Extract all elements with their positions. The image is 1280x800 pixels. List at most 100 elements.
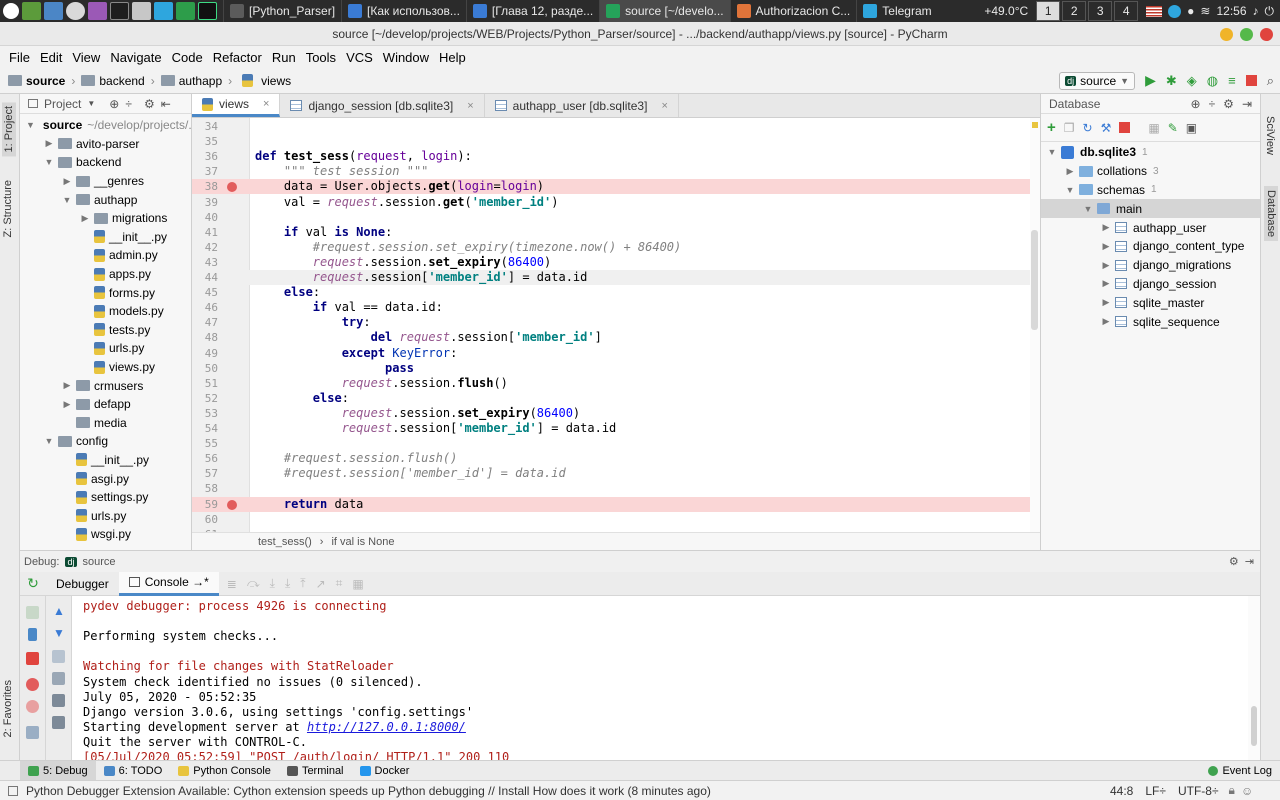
code-line[interactable]: 41 if val is None: <box>192 225 1040 240</box>
chevron-right-icon[interactable]: ▶ <box>1101 316 1111 327</box>
code-line[interactable]: 40 <box>192 210 1040 225</box>
breadcrumb-item[interactable]: authapp <box>160 74 222 88</box>
table-icon[interactable]: ▦ <box>352 577 363 591</box>
user-icon[interactable]: ● <box>1187 4 1194 18</box>
terminal-launcher-icon[interactable] <box>110 2 129 20</box>
server-url-link[interactable]: http://127.0.0.1:8000/ <box>307 720 466 734</box>
code-line[interactable]: 44 request.session['member_id'] = data.i… <box>192 270 1040 286</box>
rerun-icon[interactable]: ↻ <box>20 575 46 592</box>
chevron-right-icon[interactable]: ▶ <box>62 399 72 410</box>
step-over-icon[interactable]: ⤼ <box>247 576 260 591</box>
wifi-icon[interactable]: ≋ <box>1200 4 1210 18</box>
step-out-icon[interactable]: ⤒ <box>300 576 305 591</box>
editor-tab[interactable]: views × <box>192 94 281 117</box>
gear-icon[interactable]: ⚙ <box>1223 97 1234 111</box>
add-icon[interactable]: + <box>1047 119 1056 136</box>
taskbar-task[interactable]: source [~/develo... <box>599 0 730 22</box>
tool-docker-button[interactable]: Docker <box>352 761 418 781</box>
menu-refactor[interactable]: Refactor <box>208 50 267 65</box>
tree-file[interactable]: asgi.py <box>20 469 191 488</box>
menu-window[interactable]: Window <box>378 50 434 65</box>
favorites-tool-tab[interactable]: 2: Favorites <box>2 680 14 737</box>
refresh-icon[interactable]: ↻ <box>1083 121 1093 135</box>
tree-file[interactable]: __init__.py <box>20 228 191 247</box>
tree-folder[interactable]: ▶ migrations <box>20 209 191 228</box>
chevron-down-icon[interactable]: ▼ <box>26 120 35 130</box>
db-tree-table[interactable]: ▶ sqlite_master <box>1041 293 1260 312</box>
tree-file[interactable]: views.py <box>20 358 191 377</box>
breadcrumb-item[interactable]: source <box>8 74 65 88</box>
green-app-icon[interactable] <box>176 2 195 20</box>
db-tree-table[interactable]: ▶ sqlite_sequence <box>1041 312 1260 331</box>
close-tab-icon[interactable]: × <box>467 100 473 112</box>
print-icon[interactable] <box>52 694 65 707</box>
pause-icon[interactable] <box>28 628 37 641</box>
code-line[interactable]: 42 #request.session.set_expiry(timezone.… <box>192 240 1040 255</box>
code-line[interactable]: 56 #request.session.flush() <box>192 451 1040 466</box>
chevron-down-icon[interactable]: ▼ <box>62 195 72 205</box>
tree-folder[interactable]: ▶ defapp <box>20 395 191 414</box>
coverage-icon[interactable]: ◈ <box>1187 73 1197 89</box>
db-tree-table[interactable]: ▶ django_content_type <box>1041 237 1260 256</box>
close-tab-icon[interactable]: × <box>661 100 667 112</box>
editor-tab[interactable]: django_session [db.sqlite3] × <box>280 94 485 117</box>
tree-file[interactable]: forms.py <box>20 283 191 302</box>
maximize-button[interactable] <box>1240 28 1253 41</box>
evaluate-expression-icon[interactable]: ⌗ <box>336 576 343 591</box>
workspace-1[interactable]: 1 <box>1036 1 1061 21</box>
edit-source-icon[interactable]: ✎ <box>1168 121 1178 135</box>
tree-file[interactable]: wsgi.py <box>20 525 191 544</box>
music-icon[interactable]: ♪ <box>1253 4 1259 18</box>
search-everywhere-icon[interactable]: ⌕ <box>1267 73 1274 89</box>
breakpoint-icon[interactable] <box>227 499 237 510</box>
telegram-tray-icon[interactable] <box>1168 4 1182 18</box>
workspace-3[interactable]: 3 <box>1088 1 1113 21</box>
code-line[interactable]: 47 try: <box>192 315 1040 330</box>
taskbar-task[interactable]: [Как использов... <box>341 0 466 22</box>
status-square-icon[interactable] <box>8 785 18 796</box>
mute-breakpoints-icon[interactable] <box>26 700 39 713</box>
db-tree-schema[interactable]: ▼ main <box>1041 199 1260 219</box>
chevron-down-icon[interactable]: ▼ <box>1083 204 1093 214</box>
chevron-down-icon[interactable]: ▼ <box>1047 147 1057 157</box>
properties-icon[interactable]: ⚒ <box>1101 121 1112 135</box>
resume-icon[interactable] <box>26 606 39 619</box>
sciview-tool-tab[interactable]: SciView <box>1264 116 1276 155</box>
debug-tab-debugger[interactable]: Debugger <box>46 572 119 596</box>
locate-icon[interactable]: ⊕ <box>1191 97 1201 111</box>
code-line[interactable]: 60 <box>192 512 1040 527</box>
workspace-2[interactable]: 2 <box>1062 1 1087 21</box>
editor-scroll-thumb[interactable] <box>1031 230 1038 330</box>
tree-folder[interactable]: ▶ crmusers <box>20 376 191 395</box>
tree-file[interactable]: models.py <box>20 302 191 321</box>
code-line[interactable]: 39 val = request.session.get('member_id'… <box>192 195 1040 210</box>
menu-tools[interactable]: Tools <box>301 50 341 65</box>
tree-folder[interactable]: media <box>20 414 191 433</box>
tree-file[interactable]: tests.py <box>20 321 191 340</box>
menu-help[interactable]: Help <box>434 50 471 65</box>
console-icon[interactable]: ▣ <box>1186 121 1197 135</box>
code-line[interactable]: 36 def test_sess(request, login): <box>192 149 1040 164</box>
db-tree-folder[interactable]: ▼ schemas 1 <box>1041 181 1260 200</box>
trash-icon[interactable] <box>52 716 65 729</box>
tree-folder[interactable]: ▶ avito-parser <box>20 135 191 154</box>
console-output[interactable]: pydev debugger: process 4926 is connecti… <box>72 596 1248 760</box>
db-tree-table[interactable]: ▶ authapp_user <box>1041 218 1260 237</box>
chevron-down-icon[interactable]: ▼ <box>44 436 54 446</box>
breadcrumb-item[interactable]: backend <box>81 74 145 88</box>
chevron-down-icon[interactable]: ▼ <box>87 99 95 108</box>
tool-todo-button[interactable]: 6: TODO <box>96 761 171 781</box>
hide-panel-icon[interactable]: ⇤ <box>161 97 171 111</box>
editor-scrollbar[interactable] <box>1030 118 1040 532</box>
chevron-right-icon[interactable]: ▶ <box>80 213 90 224</box>
hide-panel-icon[interactable]: ⇥ <box>1245 555 1254 568</box>
view-breakpoints-icon[interactable] <box>26 678 39 691</box>
concurrency-icon[interactable]: ≡ <box>1228 73 1236 88</box>
menu-vcs[interactable]: VCS <box>341 50 378 65</box>
chrome-icon[interactable] <box>66 2 85 20</box>
taskbar-task[interactable]: [Глава 12, разде... <box>465 0 599 22</box>
code-line[interactable]: 59 return data <box>192 496 1040 512</box>
status-message[interactable]: Python Debugger Extension Available: Cyt… <box>26 784 1106 798</box>
code-line[interactable]: 52 else: <box>192 391 1040 406</box>
chevron-down-icon[interactable]: ▼ <box>1065 185 1075 195</box>
